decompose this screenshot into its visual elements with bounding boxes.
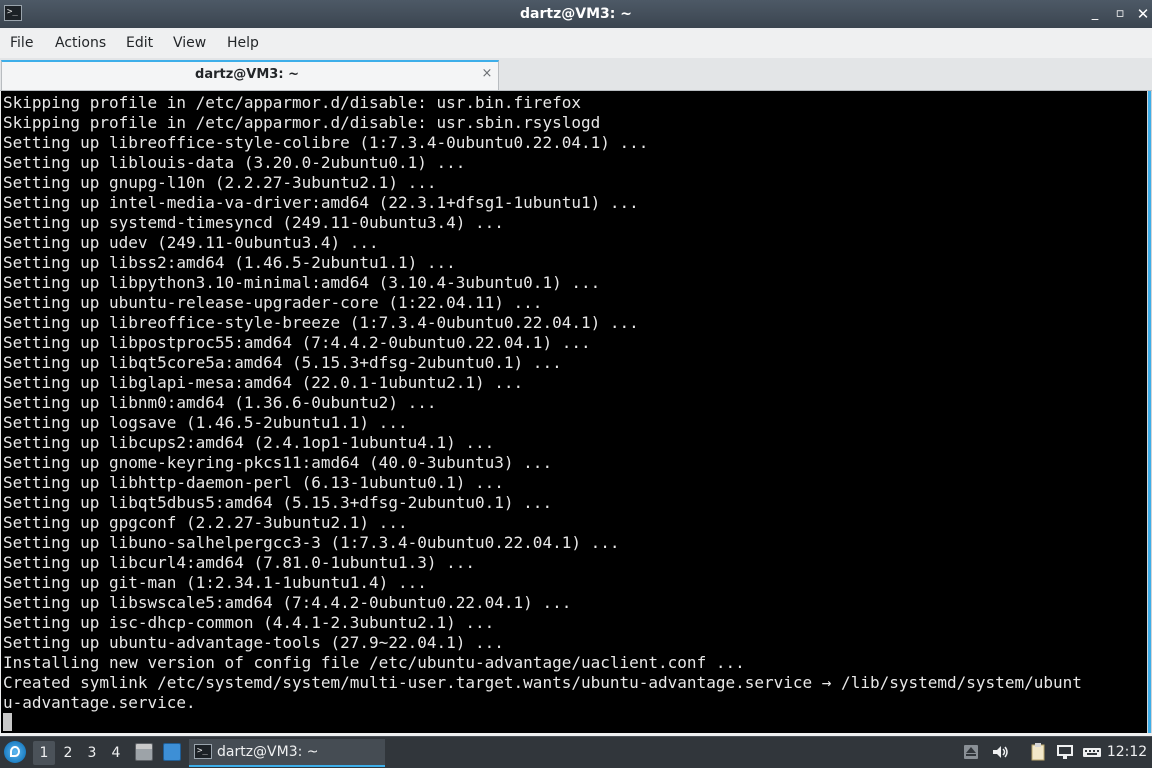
maximize-button[interactable]: ▫	[1110, 4, 1130, 24]
show-desktop-icon[interactable]	[163, 743, 181, 761]
terminal-line: Setting up logsave (1.46.5-2ubuntu1.1) .…	[3, 413, 408, 432]
network-icon[interactable]	[1055, 742, 1075, 762]
tab-terminal[interactable]: dartz@VM3: ~ ×	[1, 60, 499, 90]
terminal-line: Installing new version of config file /e…	[3, 653, 745, 672]
terminal-scrollbar[interactable]	[1147, 91, 1152, 733]
tab-bar: dartz@VM3: ~ ×	[0, 58, 1152, 91]
desktop-4-button[interactable]: 4	[105, 741, 127, 765]
minimize-button[interactable]: _	[1085, 4, 1105, 24]
clock[interactable]: 12:12	[1105, 737, 1149, 767]
terminal-line: Setting up liblouis-data (3.20.0-2ubuntu…	[3, 153, 466, 172]
terminal-line: Setting up gnupg-l10n (2.2.27-3ubuntu2.1…	[3, 173, 437, 192]
terminal-line: Setting up libqt5dbus5:amd64 (5.15.3+dfs…	[3, 493, 553, 512]
terminal-line: Setting up libpostproc55:amd64 (7:4.4.2-…	[3, 333, 591, 352]
taskbar: 1 2 3 4 >_ dartz@VM3: ~ 12:12	[0, 736, 1152, 768]
terminal-line: Setting up git-man (1:2.34.1-1ubuntu1.4)…	[3, 573, 427, 592]
clipboard-icon[interactable]	[1028, 742, 1048, 762]
terminal-line: u-advantage.service.	[3, 693, 196, 712]
terminal-line: Setting up libswscale5:amd64 (7:4.4.2-0u…	[3, 593, 572, 612]
upload-arrow-icon[interactable]	[962, 742, 980, 762]
terminal-line: Setting up ubuntu-advantage-tools (27.9~…	[3, 633, 504, 652]
scrollbar-thumb[interactable]	[1148, 91, 1151, 733]
terminal-line: Setting up libqt5core5a:amd64 (5.15.3+df…	[3, 353, 562, 372]
menu-view[interactable]: View	[173, 28, 206, 58]
terminal-line: Setting up udev (249.11-0ubuntu3.4) ...	[3, 233, 379, 252]
terminal-line: Created symlink /etc/systemd/system/mult…	[3, 673, 1082, 692]
menu-bar: File Actions Edit View Help	[0, 28, 1152, 58]
terminal-line: Setting up libglapi-mesa:amd64 (22.0.1-1…	[3, 373, 524, 392]
volume-icon[interactable]	[990, 742, 1010, 762]
terminal-line: Setting up libreoffice-style-breeze (1:7…	[3, 313, 639, 332]
terminal-line: Setting up systemd-timesyncd (249.11-0ub…	[3, 213, 504, 232]
file-manager-icon[interactable]	[135, 743, 153, 761]
terminal-output[interactable]: Skipping profile in /etc/apparmor.d/disa…	[1, 91, 1147, 733]
terminal-line: Setting up libreoffice-style-colibre (1:…	[3, 133, 649, 152]
desktop-2-button[interactable]: 2	[57, 741, 79, 765]
terminal-line: Setting up ubuntu-release-upgrader-core …	[3, 293, 543, 312]
title-bar[interactable]: >_ dartz@VM3: ~ _ ▫ ✕	[0, 0, 1152, 29]
taskbar-task-terminal[interactable]: >_ dartz@VM3: ~	[189, 739, 385, 767]
menu-file[interactable]: File	[10, 28, 33, 58]
terminal-line: Setting up libuno-salhelpergcc3-3 (1:7.3…	[3, 533, 620, 552]
terminal-icon: >_	[194, 744, 212, 759]
lubuntu-logo-icon[interactable]	[4, 741, 26, 763]
terminal-line: Setting up intel-media-va-driver:amd64 (…	[3, 193, 639, 212]
terminal-line: Setting up gnome-keyring-pkcs11:amd64 (4…	[3, 453, 553, 472]
terminal-line: Setting up gpgconf (2.2.27-3ubuntu2.1) .…	[3, 513, 408, 532]
terminal-line: Setting up libnm0:amd64 (1.36.6-0ubuntu2…	[3, 393, 437, 412]
terminal-line: Setting up libcups2:amd64 (2.4.1op1-1ubu…	[3, 433, 495, 452]
terminal-line: Setting up libss2:amd64 (1.46.5-2ubuntu1…	[3, 253, 456, 272]
menu-actions[interactable]: Actions	[55, 28, 106, 58]
terminal-lines: Skipping profile in /etc/apparmor.d/disa…	[3, 93, 1133, 713]
window-title: dartz@VM3: ~	[520, 6, 632, 22]
task-label: dartz@VM3: ~	[217, 744, 319, 760]
terminal-window: >_ dartz@VM3: ~ _ ▫ ✕ File Actions Edit …	[0, 0, 1152, 736]
menu-edit[interactable]: Edit	[126, 28, 153, 58]
terminal-line: Setting up libpython3.10-minimal:amd64 (…	[3, 273, 601, 292]
close-button[interactable]: ✕	[1133, 4, 1152, 24]
terminal-line: Setting up isc-dhcp-common (4.4.1-2.3ubu…	[3, 613, 495, 632]
desktop-1-button[interactable]: 1	[33, 741, 55, 765]
terminal-line: Setting up libhttp-daemon-perl (6.13-1ub…	[3, 473, 504, 492]
tab-close-icon[interactable]: ×	[480, 64, 494, 84]
terminal-line: Skipping profile in /etc/apparmor.d/disa…	[3, 113, 601, 132]
terminal-line: Skipping profile in /etc/apparmor.d/disa…	[3, 93, 581, 112]
text-cursor	[3, 713, 12, 731]
menu-help[interactable]: Help	[227, 28, 259, 58]
desktop-3-button[interactable]: 3	[81, 741, 103, 765]
terminal-line: Setting up libcurl4:amd64 (7.81.0-1ubunt…	[3, 553, 476, 572]
tab-label: dartz@VM3: ~	[195, 67, 299, 82]
keyboard-icon[interactable]	[1082, 742, 1102, 762]
